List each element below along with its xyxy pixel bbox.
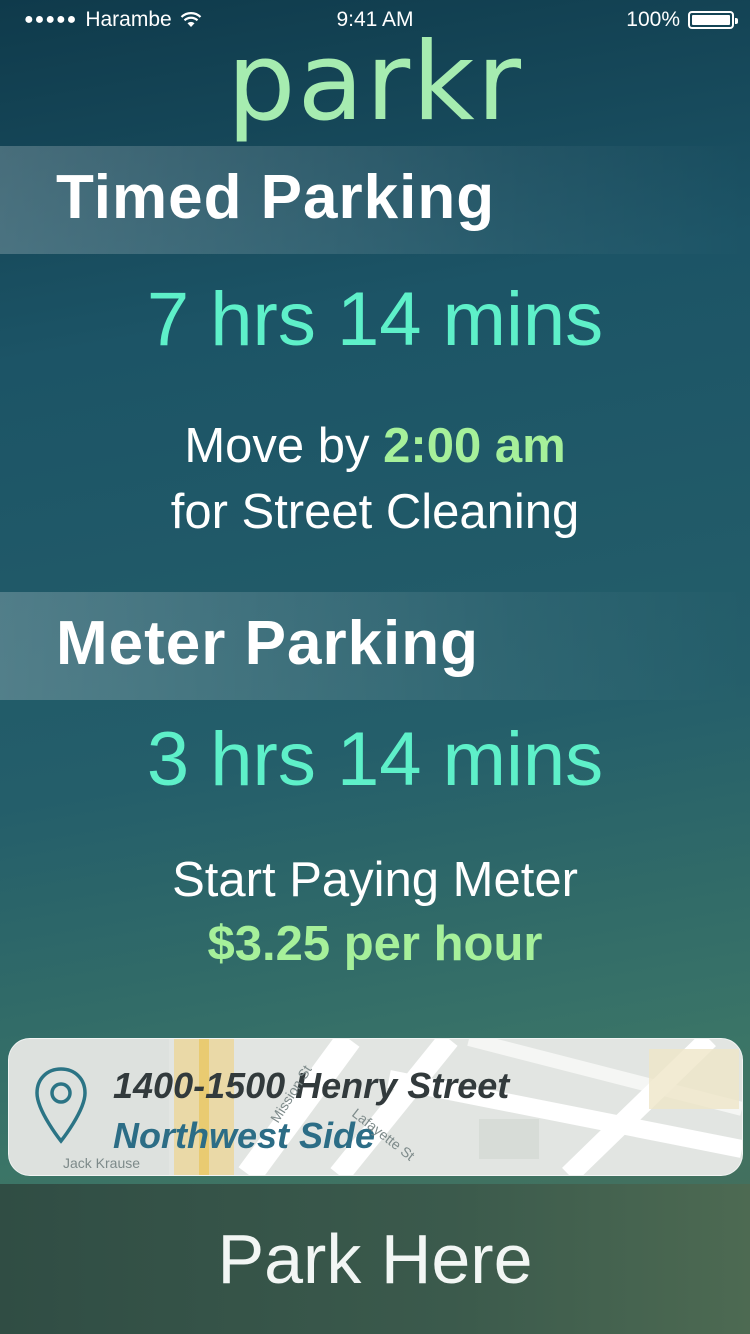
meter-parking-remaining: 3 hrs 14 mins [146,717,604,802]
meter-instruction: Start Paying Meter [172,853,578,907]
map-label-jack-krause: Jack Krause [63,1155,141,1171]
meter-rate: $3.25 per hour [207,917,543,971]
location-card[interactable]: 1400-1500 Henry Street Northwest Side Ja… [8,1038,743,1176]
location-pin-icon [35,1067,87,1144]
meter-parking-header: Meter Parking [0,592,750,700]
move-by-label: Move by [184,419,370,473]
timed-parking-title: Timed Parking [56,163,496,232]
location-district: Northwest Side [113,1115,376,1156]
timed-parking-reason: for Street Cleaning [0,478,750,546]
move-by-time: 2:00 am [383,419,566,473]
timed-parking-move-by: Move by 2:00 am [0,412,750,480]
meter-parking-title: Meter Parking [56,609,480,678]
app-logo: parkr [226,20,524,145]
timed-parking-remaining: 7 hrs 14 mins [146,277,604,362]
reason-text: Street Cleaning [241,485,580,539]
reason-prefix: for [170,485,228,539]
battery-icon [688,11,738,29]
park-here-button[interactable]: Park Here [0,1184,750,1334]
timed-parking-header: Timed Parking [0,146,750,254]
